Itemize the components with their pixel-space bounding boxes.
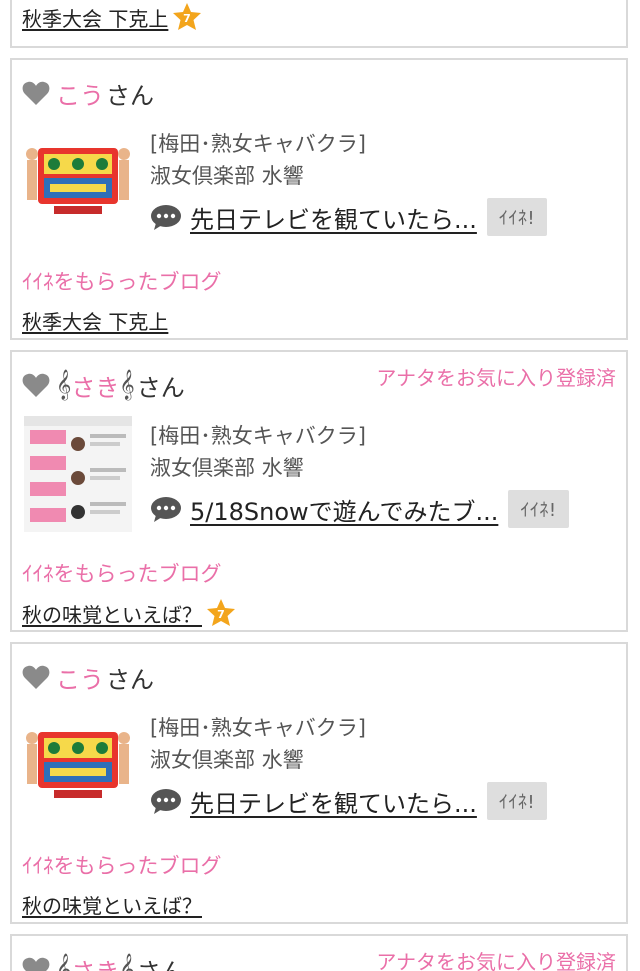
treble-clef-icon: 𝄞 <box>119 369 135 400</box>
treble-clef-icon: 𝄞 <box>56 953 72 971</box>
speech-bubble-icon <box>151 789 181 814</box>
blog-title: 秋の味覚といえば？ <box>22 602 202 627</box>
favorite-status: アナタをお気に入り登録済 <box>376 950 616 971</box>
liked-blog-label: ｲｲﾈをもらったブログ <box>22 562 222 586</box>
blog-link[interactable]: 秋の味覚といえば？ <box>22 890 202 919</box>
shop-name[interactable]: 淑女倶楽部 水響 <box>150 160 304 190</box>
shop-category: [梅田･熟女キャバクラ] <box>150 716 366 740</box>
post-title-link[interactable]: 先日テレビを観ていたら... <box>190 200 477 235</box>
post-line: 先日テレビを観ていたら... ｲｲﾈ! <box>150 198 548 236</box>
post-title-link[interactable]: 先日テレビを観ていたら... <box>190 784 477 819</box>
app-screenshot-image <box>24 416 132 532</box>
honorific: さん <box>136 373 185 402</box>
shop-name[interactable]: 淑女倶楽部 水響 <box>150 452 304 482</box>
treble-clef-icon: 𝄞 <box>56 369 72 400</box>
blog-title: 秋季大会 下克上 <box>22 6 169 31</box>
tv-show-logo-image <box>26 732 130 798</box>
heart-icon[interactable] <box>22 956 50 971</box>
honorific: さん <box>106 81 154 110</box>
treble-clef-icon: 𝄞 <box>119 953 135 971</box>
feed-card: こう さん [梅田･熟女キャバクラ] 淑女倶楽部 水響 先日テレビを観ていたら.… <box>10 642 628 924</box>
iine-button[interactable]: ｲｲﾈ! <box>486 198 548 236</box>
feed-card-partial-bottom: 𝄞 さき 𝄞 さん アナタをお気に入り登録済 <box>10 934 628 971</box>
user-name[interactable]: さき <box>71 952 119 971</box>
card-header: こう さん <box>22 76 154 110</box>
post-title-link[interactable]: 5/18Snowで遊んでみたブ... <box>190 492 498 527</box>
iine-button[interactable]: ｲｲﾈ! <box>508 490 569 528</box>
card-header: 𝄞 さき 𝄞 さん <box>22 952 185 971</box>
liked-blog-label: ｲｲﾈをもらったブログ <box>22 854 222 878</box>
speech-bubble-icon <box>151 497 181 522</box>
shop-category: [梅田･熟女キャバクラ] <box>150 132 366 156</box>
post-thumbnail[interactable] <box>24 124 132 240</box>
svg-text:7: 7 <box>184 12 192 25</box>
post-line: 5/18Snowで遊んでみたブ... ｲｲﾈ! <box>150 490 569 528</box>
user-name[interactable]: こう <box>56 76 104 111</box>
user-name[interactable]: こう <box>56 660 104 695</box>
card-header: こう さん <box>22 660 154 694</box>
card-header: 𝄞 さき 𝄞 さん <box>22 368 185 402</box>
blog-title: 秋季大会 下克上 <box>22 310 169 334</box>
post-thumbnail[interactable] <box>24 708 132 824</box>
speech-bubble-icon <box>151 205 181 230</box>
tv-show-logo-image <box>26 148 130 214</box>
heart-icon[interactable] <box>22 664 50 690</box>
blog-title: 秋の味覚といえば？ <box>22 894 202 918</box>
iine-button[interactable]: ｲｲﾈ! <box>486 782 548 820</box>
liked-blog-label: ｲｲﾈをもらったブログ <box>22 270 222 294</box>
blog-link[interactable]: 秋季大会 下克上 7 <box>22 2 202 32</box>
shop-category: [梅田･熟女キャバクラ] <box>150 424 366 448</box>
feed-card: こう さん [梅田･熟女キャバクラ] 淑女倶楽部 水響 先日テレビを観ていたら.… <box>10 58 628 340</box>
blog-link[interactable]: 秋季大会 下克上 <box>22 306 168 335</box>
user-name[interactable]: さき <box>71 368 119 403</box>
svg-text:7: 7 <box>217 608 225 621</box>
star-7-badge-icon: 7 <box>173 3 202 30</box>
blog-link[interactable]: 秋の味覚といえば？ 7 <box>22 598 236 628</box>
post-thumbnail[interactable] <box>24 416 132 532</box>
shop-name[interactable]: 淑女倶楽部 水響 <box>150 744 304 774</box>
favorite-status: アナタをお気に入り登録済 <box>376 366 616 390</box>
heart-icon[interactable] <box>22 372 50 398</box>
honorific: さん <box>137 952 185 971</box>
liked-blog-feed: 秋季大会 下克上 7 こう さん [梅田･熟女キャバクラ] 淑女倶楽部 水響 先… <box>0 0 640 971</box>
feed-card-partial-top: 秋季大会 下克上 7 <box>10 0 628 48</box>
post-line: 先日テレビを観ていたら... ｲｲﾈ! <box>150 782 548 820</box>
honorific: さん <box>106 665 154 694</box>
heart-icon[interactable] <box>22 80 50 106</box>
feed-card: 𝄞 さき 𝄞 さん アナタをお気に入り登録済 [梅田･熟女キャバクラ] 淑女倶楽… <box>10 350 628 632</box>
star-7-badge-icon: 7 <box>207 599 235 626</box>
